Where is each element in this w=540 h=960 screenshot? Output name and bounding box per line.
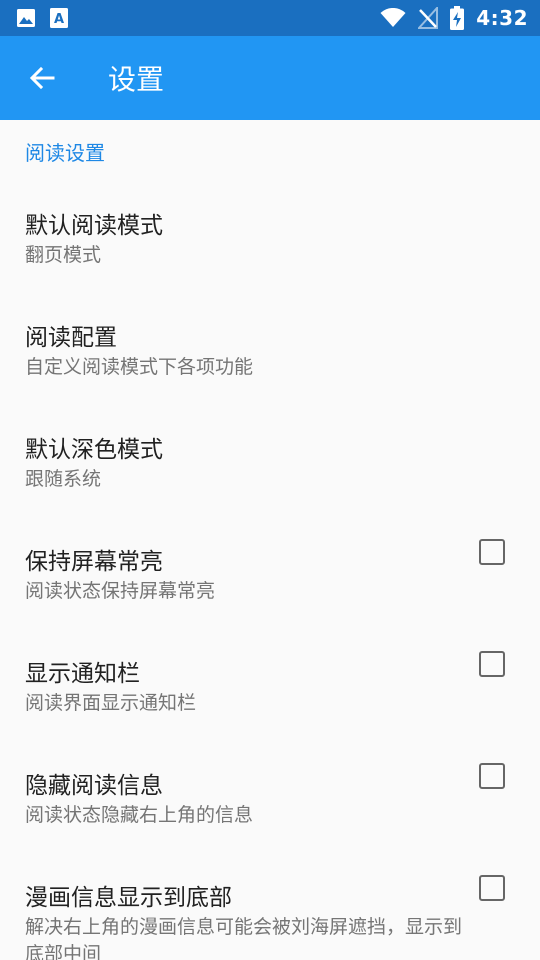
pref-keep-screen-on[interactable]: 保持屏幕常亮 阅读状态保持屏幕常亮 [0,518,540,630]
settings-list: 阅读设置 默认阅读模式 翻页模式 阅读配置 自定义阅读模式下各项功能 默认深色模… [0,120,540,960]
pref-default-reading-mode[interactable]: 默认阅读模式 翻页模式 [0,182,540,294]
pref-default-dark-mode[interactable]: 默认深色模式 跟随系统 [0,406,540,518]
section-header-reading: 阅读设置 [25,140,105,165]
pref-title: 保持屏幕常亮 [25,549,163,575]
pref-title: 显示通知栏 [25,661,140,687]
back-button[interactable] [14,50,70,106]
text-a-icon: A [50,8,68,28]
pref-summary: 跟随系统 [25,468,102,490]
status-left-icons: A [16,8,68,28]
pref-show-notification-bar[interactable]: 显示通知栏 阅读界面显示通知栏 [0,630,540,742]
wifi-icon [380,8,406,28]
battery-charging-icon [450,6,465,30]
hide-reading-info-checkbox[interactable] [479,763,505,789]
pref-summary: 自定义阅读模式下各项功能 [25,356,254,378]
image-icon [16,8,36,28]
keep-screen-on-checkbox[interactable] [479,539,505,565]
app-bar: 设置 [0,36,540,120]
pref-manga-info-bottom[interactable]: 漫画信息显示到底部 解决右上角的漫画信息可能会被刘海屏遮挡，显示到底部中间 [0,854,540,960]
pref-summary: 阅读状态保持屏幕常亮 [25,580,216,602]
status-bar: A 4:32 [0,0,540,36]
pref-reading-config[interactable]: 阅读配置 自定义阅读模式下各项功能 [0,294,540,406]
page-title: 设置 [108,63,165,96]
pref-summary: 解决右上角的漫画信息可能会被刘海屏遮挡，显示到底部中间 [25,916,463,960]
status-time: 4:32 [476,6,528,30]
status-right-icons: 4:32 [380,6,528,30]
pref-summary: 阅读状态隐藏右上角的信息 [25,804,254,826]
svg-text:A: A [54,12,64,27]
pref-title: 默认深色模式 [25,437,163,463]
pref-summary: 翻页模式 [25,244,102,266]
pref-title: 阅读配置 [25,325,117,351]
no-signal-icon [418,7,439,29]
pref-summary: 阅读界面显示通知栏 [25,692,197,714]
pref-title: 漫画信息显示到底部 [25,885,232,911]
pref-hide-reading-info[interactable]: 隐藏阅读信息 阅读状态隐藏右上角的信息 [0,742,540,854]
pref-title: 隐藏阅读信息 [25,773,163,799]
arrow-left-icon [29,66,55,90]
manga-info-bottom-checkbox[interactable] [479,875,505,901]
show-notification-bar-checkbox[interactable] [479,651,505,677]
pref-title: 默认阅读模式 [25,213,163,239]
